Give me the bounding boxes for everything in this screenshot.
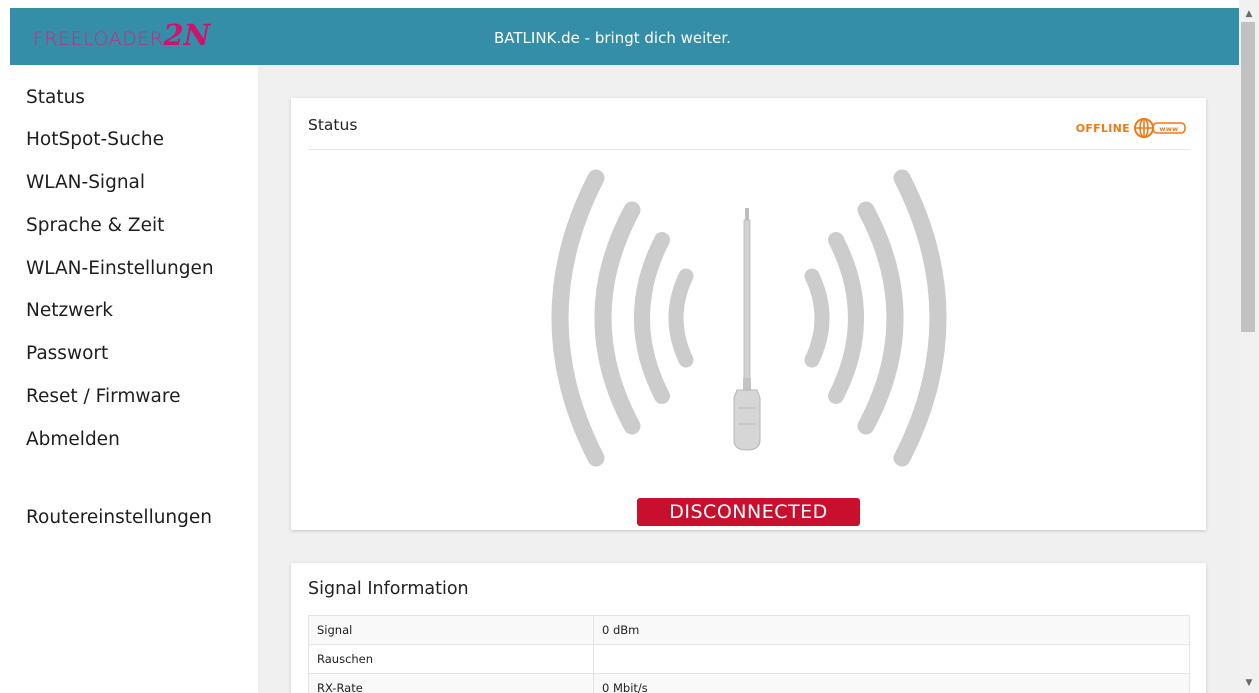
rauschen-value <box>593 644 1190 674</box>
sidebar-item-abmelden[interactable]: Abmelden <box>26 427 120 453</box>
sidebar-nav: Status HotSpot-Suche WLAN-Signal Sprache… <box>10 65 258 693</box>
sidebar-item-hotspot-suche[interactable]: HotSpot-Suche <box>26 127 164 153</box>
antenna-icon <box>733 208 761 451</box>
table-row: Signal 0 dBm <box>308 615 1190 645</box>
connection-status-badge: DISCONNECTED <box>637 498 860 526</box>
globe-icon: www <box>1134 118 1186 138</box>
signal-value: 0 dBm <box>593 615 1190 645</box>
status-card: Status OFFLINE www DISCONNECTED <box>291 98 1206 530</box>
table-row: Rauschen <box>308 644 1190 674</box>
offline-indicator: OFFLINE www <box>1076 117 1189 139</box>
logo-text-main: FREELOADER <box>33 28 164 50</box>
rauschen-key: Rauschen <box>308 644 594 674</box>
app-header: FREELOADER2N BATLINK.de - bringt dich we… <box>10 8 1239 65</box>
sidebar-item-wlan-einstellungen[interactable]: WLAN-Einstellungen <box>26 256 214 282</box>
sidebar-item-reset-firmware[interactable]: Reset / Firmware <box>26 384 180 410</box>
header-tagline: BATLINK.de - bringt dich weiter. <box>494 29 731 47</box>
scrollbar-thumb[interactable] <box>1241 22 1255 332</box>
sidebar-item-passwort[interactable]: Passwort <box>26 341 108 367</box>
offline-label: OFFLINE <box>1075 121 1130 135</box>
sidebar-item-status[interactable]: Status <box>26 85 85 111</box>
sidebar-item-netzwerk[interactable]: Netzwerk <box>26 298 113 324</box>
scroll-up-arrow-icon[interactable]: ▲ <box>1239 6 1259 22</box>
scroll-down-arrow-icon[interactable]: ▼ <box>1239 675 1259 691</box>
signal-card-title: Signal Information <box>308 579 469 599</box>
signal-information-card: Signal Information Signal 0 dBm Rauschen… <box>291 563 1206 693</box>
logo-text-accent: 2N <box>163 18 211 52</box>
sidebar-item-wlan-signal[interactable]: WLAN-Signal <box>26 170 145 196</box>
offline-icon-text: www <box>1160 125 1179 133</box>
sidebar-item-sprache-zeit[interactable]: Sprache & Zeit <box>26 213 164 239</box>
signal-key: Signal <box>308 615 594 645</box>
status-card-title: Status <box>308 116 358 134</box>
signal-table: Signal 0 dBm Rauschen RX-Rate 0 Mbit/s <box>308 615 1190 693</box>
page-scrollbar[interactable]: ▲ ▼ <box>1239 0 1259 693</box>
table-row: RX-Rate 0 Mbit/s <box>308 673 1190 693</box>
card-divider <box>308 149 1189 150</box>
main-content: Status OFFLINE www DISCONNECTED Signal I… <box>258 65 1239 693</box>
antenna-signal-illustration <box>551 169 947 467</box>
rx-rate-key: RX-Rate <box>308 673 594 693</box>
freeloader-logo[interactable]: FREELOADER2N <box>33 20 210 50</box>
rx-rate-value: 0 Mbit/s <box>593 673 1190 693</box>
sidebar-item-routereinstellungen[interactable]: Routereinstellungen <box>26 505 212 531</box>
